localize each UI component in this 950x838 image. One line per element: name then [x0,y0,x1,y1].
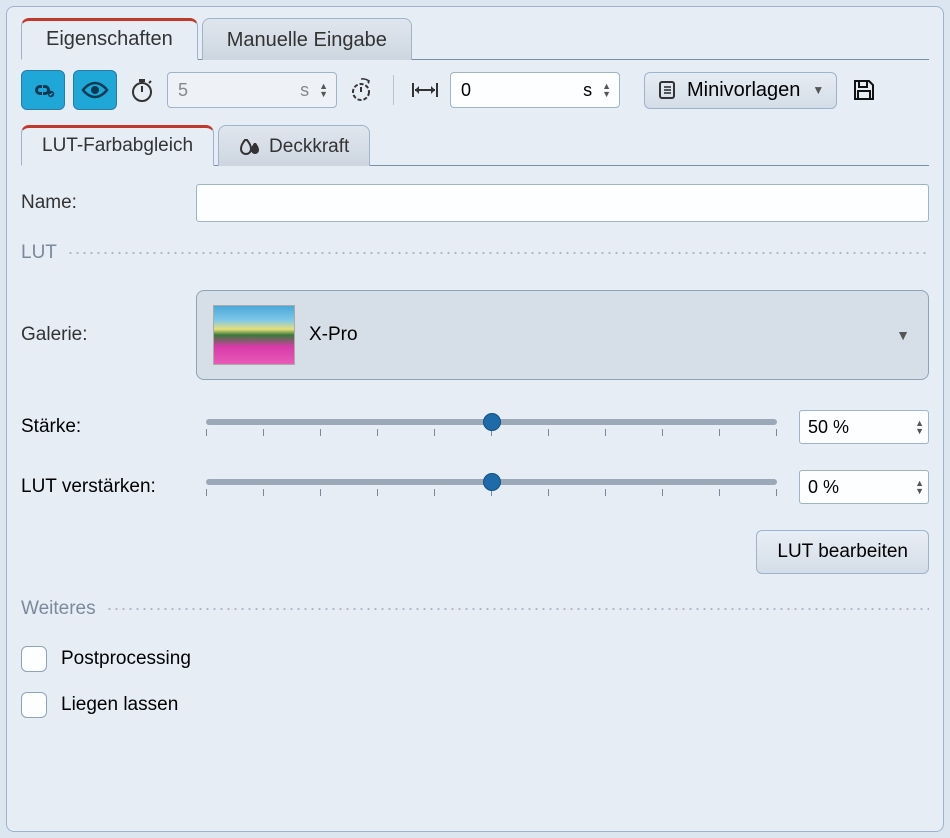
strength-slider[interactable] [196,419,787,436]
sub-tab-strip: LUT-Farbabgleich Deckkraft [21,124,929,166]
name-input[interactable] [196,184,929,222]
offset-field[interactable]: 0 s ▲▼ [450,72,620,108]
strength-row: Stärke: 50 % ▲▼ [21,410,929,444]
tab-lut-label: LUT-Farbabgleich [42,135,193,157]
toolbar: 5 s ▲▼ 0 s ▲▼ [21,70,929,110]
tab-properties[interactable]: Eigenschaften [21,18,198,60]
properties-panel: Eigenschaften Manuelle Eingabe [6,6,944,832]
section-more-header: Weiteres [21,598,929,620]
section-lut-title: LUT [21,242,57,264]
edit-lut-label: LUT bearbeiten [777,541,908,562]
name-label: Name: [21,192,196,214]
template-icon [657,79,679,101]
chevron-down-icon: ▼ [896,327,910,343]
link-icon [30,82,56,98]
boost-value: 0 % [808,477,915,498]
strength-value-field[interactable]: 50 % ▲▼ [799,410,929,444]
duration-unit: s [300,80,309,101]
strength-spinner[interactable]: ▲▼ [915,419,924,435]
section-lut-header: LUT [21,242,929,264]
boost-slider[interactable] [196,479,787,496]
duration-spinner[interactable]: ▲▼ [315,82,332,98]
gallery-selected-name: X-Pro [309,324,358,346]
strength-slider-thumb[interactable] [483,413,501,431]
edit-lut-button[interactable]: LUT bearbeiten [756,530,929,574]
tab-properties-label: Eigenschaften [46,28,173,50]
divider-dots [106,608,929,610]
save-icon [851,77,877,103]
boost-value-field[interactable]: 0 % ▲▼ [799,470,929,504]
divider-dots [67,252,929,254]
opacity-icon [239,137,261,157]
offset-value: 0 [461,80,577,101]
edit-lut-row: LUT bearbeiten [21,530,929,574]
postprocessing-checkbox[interactable] [21,646,47,672]
mini-templates-label: Minivorlagen [687,79,800,102]
eye-icon [81,81,109,99]
reset-time-button[interactable] [345,70,379,110]
gallery-label: Galerie: [21,324,196,346]
gallery-selector[interactable]: X-Pro ▼ [196,290,929,380]
stopwatch-icon [129,77,155,103]
width-arrows-icon [411,81,439,99]
tab-manual-input[interactable]: Manuelle Eingabe [202,18,412,60]
stopwatch-button[interactable] [125,70,159,110]
strength-value: 50 % [808,417,915,438]
name-row: Name: [21,184,929,222]
visibility-toggle-button[interactable] [73,70,117,110]
boost-slider-thumb[interactable] [483,473,501,491]
section-more-title: Weiteres [21,598,96,620]
strength-label: Stärke: [21,416,196,438]
tab-opacity-label: Deckkraft [269,136,349,158]
tab-opacity[interactable]: Deckkraft [218,125,370,166]
duration-value: 5 [178,80,294,101]
offset-spinner[interactable]: ▲▼ [598,82,615,98]
gallery-thumbnail [213,305,295,365]
width-button[interactable] [408,70,442,110]
toolbar-separator [393,75,394,105]
leave-row: Liegen lassen [21,692,929,718]
duration-field[interactable]: 5 s ▲▼ [167,72,337,108]
postprocessing-row: Postprocessing [21,646,929,672]
postprocessing-label: Postprocessing [61,648,191,670]
mini-templates-button[interactable]: Minivorlagen ▼ [644,72,837,109]
tab-lut-color-balance[interactable]: LUT-Farbabgleich [21,125,214,166]
chevron-down-icon: ▼ [812,83,824,97]
boost-row: LUT verstärken: 0 % ▲▼ [21,470,929,504]
leave-label: Liegen lassen [61,694,178,716]
gallery-row: Galerie: X-Pro ▼ [21,290,929,380]
boost-spinner[interactable]: ▲▼ [915,479,924,495]
tab-manual-input-label: Manuelle Eingabe [227,29,387,51]
leave-checkbox[interactable] [21,692,47,718]
reset-clock-icon [349,77,375,103]
boost-label: LUT verstärken: [21,476,196,498]
save-button[interactable] [845,70,883,110]
link-toggle-button[interactable] [21,70,65,110]
offset-unit: s [583,80,592,101]
main-tab-strip: Eigenschaften Manuelle Eingabe [21,17,929,60]
